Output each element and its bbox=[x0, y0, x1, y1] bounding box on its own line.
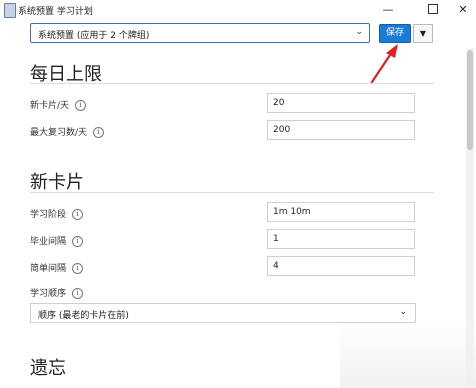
learning-steps-label: 学习阶段 i bbox=[30, 207, 84, 220]
learning-steps-value: 1m 10m bbox=[273, 207, 311, 217]
info-icon[interactable]: i bbox=[93, 127, 105, 138]
graduating-interval-input[interactable]: 1 bbox=[267, 229, 415, 249]
scrollbar-thumb[interactable] bbox=[467, 50, 473, 150]
section-title-lapses: 遗忘 bbox=[30, 358, 66, 379]
red-arrow-annotation bbox=[370, 44, 398, 84]
graduating-interval-label: 毕业间隔 i bbox=[30, 234, 84, 247]
new-cards-per-day-value: 20 bbox=[273, 98, 285, 108]
window-title: 系统预置 学习计划 bbox=[18, 7, 93, 17]
max-reviews-per-day-text: 最大复习数/天 bbox=[30, 128, 88, 138]
max-reviews-per-day-input[interactable]: 200 bbox=[267, 120, 415, 140]
graduating-interval-value: 1 bbox=[273, 234, 279, 244]
info-icon[interactable]: i bbox=[75, 100, 87, 111]
easy-interval-text: 简单间隔 bbox=[30, 264, 67, 274]
preset-select-value: 系统预置 (应用于 2 个牌组) bbox=[38, 31, 150, 41]
preset-select[interactable]: 系统预置 (应用于 2 个牌组) ⌄ bbox=[30, 23, 370, 43]
maximize-button[interactable] bbox=[418, 0, 448, 20]
minimize-button[interactable]: — bbox=[373, 0, 403, 20]
easy-interval-value: 4 bbox=[273, 261, 279, 271]
save-options-button[interactable]: ▼ bbox=[413, 24, 433, 43]
chevron-down-icon: ⌄ bbox=[355, 27, 363, 37]
insertion-order-value: 顺序 (最老的卡片在前) bbox=[38, 311, 129, 321]
watermark-overlay bbox=[340, 318, 476, 388]
max-reviews-per-day-value: 200 bbox=[273, 125, 291, 135]
graduating-interval-text: 毕业间隔 bbox=[30, 237, 67, 247]
chevron-down-icon: ⌄ bbox=[399, 307, 407, 317]
learning-steps-text: 学习阶段 bbox=[30, 210, 67, 220]
section-title-new-cards: 新卡片 bbox=[30, 172, 84, 193]
max-reviews-per-day-label: 最大复习数/天 i bbox=[30, 125, 105, 138]
easy-interval-label: 简单间隔 i bbox=[30, 261, 84, 274]
learning-steps-input[interactable]: 1m 10m bbox=[267, 202, 415, 222]
easy-interval-input[interactable]: 4 bbox=[267, 256, 415, 276]
maximize-icon bbox=[428, 4, 438, 14]
close-button[interactable]: ✕ bbox=[448, 0, 476, 20]
info-icon[interactable]: i bbox=[72, 288, 84, 299]
section-divider bbox=[30, 83, 434, 84]
insertion-order-text: 学习顺序 bbox=[30, 289, 67, 299]
save-button[interactable]: 保存 bbox=[379, 24, 411, 43]
new-cards-per-day-text: 新卡片/天 bbox=[30, 101, 70, 111]
new-cards-per-day-label: 新卡片/天 i bbox=[30, 98, 87, 111]
info-icon[interactable]: i bbox=[72, 263, 84, 274]
section-divider bbox=[30, 192, 434, 193]
app-icon bbox=[4, 3, 16, 18]
new-cards-per-day-input[interactable]: 20 bbox=[267, 93, 415, 113]
info-icon[interactable]: i bbox=[72, 236, 84, 247]
info-icon[interactable]: i bbox=[72, 209, 84, 220]
insertion-order-label: 学习顺序 i bbox=[30, 286, 84, 299]
title-bar: 系统预置 学习计划 — ✕ bbox=[0, 0, 476, 20]
